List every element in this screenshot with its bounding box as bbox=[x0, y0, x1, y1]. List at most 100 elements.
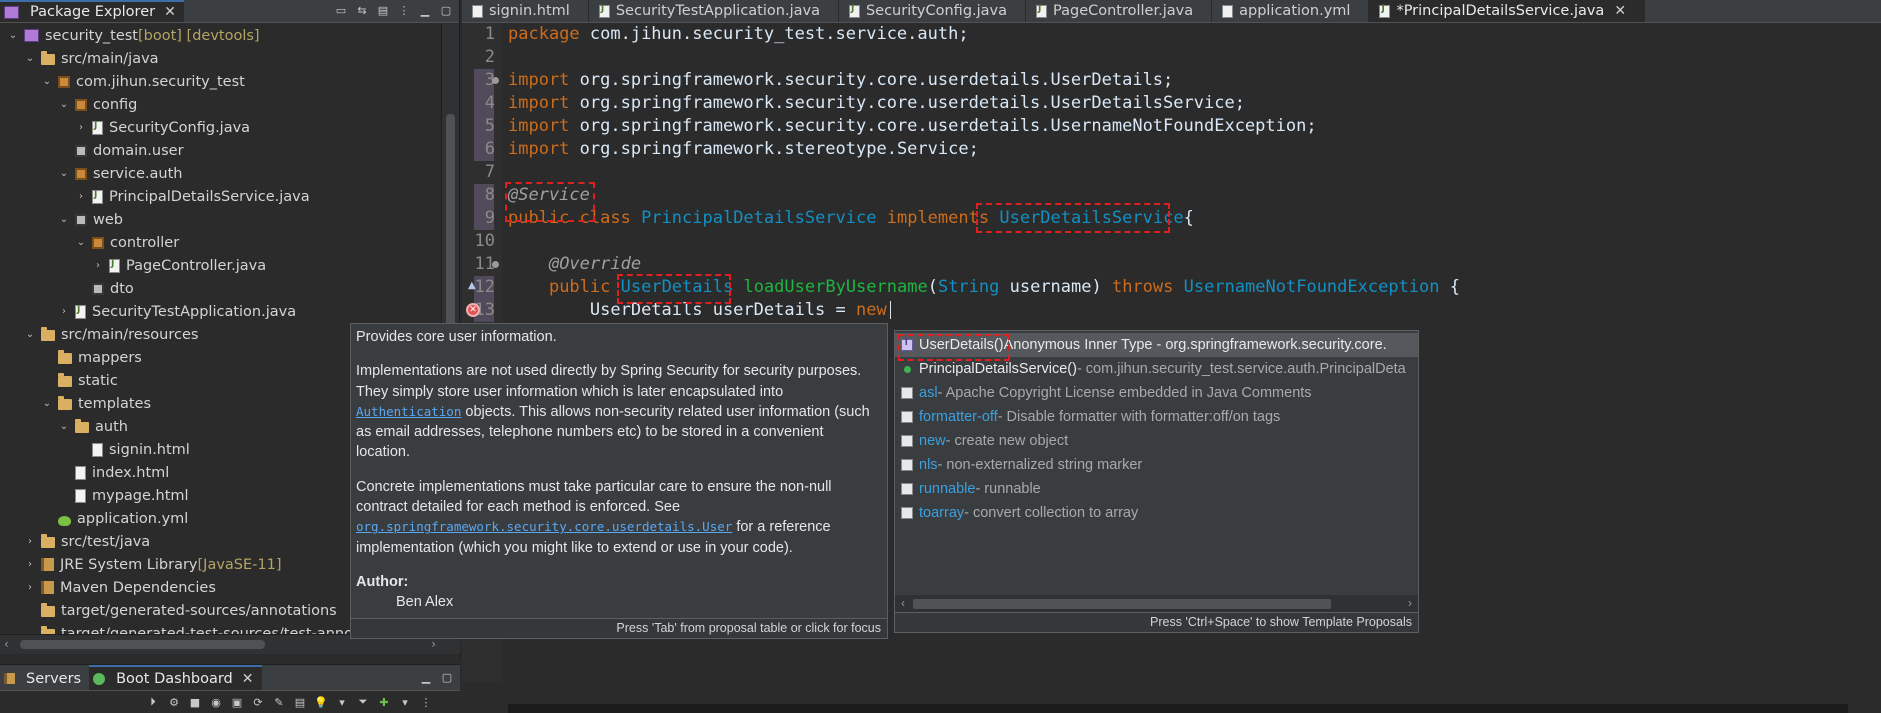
fold-icon[interactable] bbox=[492, 261, 499, 268]
tree-item[interactable]: › SecurityTestApplication.java bbox=[0, 300, 296, 323]
edit-icon[interactable]: ✎ bbox=[271, 694, 287, 710]
proposal-item[interactable]: nls - non-externalized string marker bbox=[895, 453, 1418, 477]
editor-tab[interactable]: *PrincipalDetailsService.java ✕ bbox=[1369, 0, 1646, 22]
scroll-left-icon[interactable]: ‹ bbox=[4, 637, 9, 651]
chevron-down-icon[interactable]: ⌄ bbox=[57, 214, 71, 225]
proposal-item[interactable]: runnable - runnable bbox=[895, 477, 1418, 501]
start-icon[interactable]: ⏵ bbox=[145, 694, 161, 710]
user-class-link[interactable]: org.springframework.security.core.userde… bbox=[356, 519, 732, 534]
close-icon[interactable]: ✕ bbox=[1614, 3, 1626, 19]
chevron-right-icon[interactable]: › bbox=[23, 536, 37, 547]
tree-item[interactable]: › JRE System Library [JavaSE-11] bbox=[0, 553, 282, 576]
fold-icon[interactable] bbox=[492, 77, 499, 84]
tree-item[interactable]: ⌄ src/main/resources bbox=[0, 323, 199, 346]
proposal-item[interactable]: PrincipalDetailsService() - com.jihun.se… bbox=[895, 357, 1418, 381]
view-menu-icon[interactable]: ⋮ bbox=[418, 694, 434, 710]
tree-item[interactable]: dto bbox=[0, 277, 134, 300]
collapse-all-icon[interactable]: ▭ bbox=[334, 3, 348, 17]
tree-item[interactable]: ⌄ com.jihun.security_test bbox=[0, 70, 245, 93]
content-assist-popup[interactable]: UserDetails() Anonymous Inner Type - org… bbox=[894, 330, 1419, 633]
tree-item[interactable]: ⌄ auth bbox=[0, 415, 128, 438]
tree-item[interactable]: static bbox=[0, 369, 118, 392]
authentication-link[interactable]: Authentication bbox=[356, 404, 461, 419]
chevron-down-icon[interactable]: ⌄ bbox=[40, 76, 54, 87]
close-icon[interactable]: ✕ bbox=[242, 671, 254, 687]
properties-icon[interactable]: ▤ bbox=[292, 694, 308, 710]
tree-item[interactable]: index.html bbox=[0, 461, 169, 484]
tree-item[interactable]: domain.user bbox=[0, 139, 184, 162]
chevron-down-icon[interactable]: ⌄ bbox=[23, 329, 37, 340]
scroll-right-icon[interactable]: › bbox=[1408, 596, 1412, 610]
proposal-item[interactable]: asl - Apache Copyright License embedded … bbox=[895, 381, 1418, 405]
proposal-item[interactable]: UserDetails() Anonymous Inner Type - org… bbox=[895, 333, 1418, 357]
open-browser-icon[interactable]: ◉ bbox=[208, 694, 224, 710]
editor-tab[interactable]: signin.html bbox=[462, 0, 589, 22]
chevron-right-icon[interactable]: › bbox=[23, 582, 37, 593]
filter-icon[interactable]: ▤ bbox=[376, 3, 390, 17]
tree-item[interactable]: signin.html bbox=[0, 438, 190, 461]
editor-horizontal-scrollbar[interactable] bbox=[508, 704, 1848, 713]
filter-icon[interactable]: ⏷ bbox=[355, 694, 371, 710]
proposal-item[interactable]: new - create new object bbox=[895, 429, 1418, 453]
tree-item[interactable]: › PageController.java bbox=[0, 254, 266, 277]
console-icon[interactable]: ▣ bbox=[229, 694, 245, 710]
javadoc-popup[interactable]: Provides core user information. Implemen… bbox=[350, 323, 888, 639]
tab-servers[interactable]: Servers bbox=[0, 665, 90, 690]
tree-item[interactable]: mappers bbox=[0, 346, 142, 369]
chevron-down-icon[interactable]: ⌄ bbox=[74, 237, 88, 248]
tree-item[interactable]: target/generated-sources/annotations bbox=[0, 599, 337, 622]
tab-boot-dashboard[interactable]: Boot Dashboard ✕ bbox=[89, 665, 262, 690]
chevron-right-icon[interactable]: › bbox=[91, 260, 105, 271]
link-with-editor-icon[interactable]: ⇆ bbox=[355, 3, 369, 17]
scrollbar-thumb[interactable] bbox=[20, 640, 265, 649]
close-icon[interactable]: ✕ bbox=[164, 4, 176, 20]
tree-item[interactable]: mypage.html bbox=[0, 484, 189, 507]
proposal-horizontal-scrollbar[interactable]: ‹ › bbox=[895, 595, 1418, 613]
tree-item[interactable]: › SecurityConfig.java bbox=[0, 116, 250, 139]
tree-item[interactable]: ⌄ service.auth bbox=[0, 162, 183, 185]
minimize-icon[interactable]: ▁ bbox=[419, 670, 433, 684]
scroll-right-icon[interactable]: › bbox=[431, 637, 436, 651]
tree-item[interactable]: target/generated-test-sources/test-annot… bbox=[0, 622, 373, 634]
tree-item[interactable]: ⌄ controller bbox=[0, 231, 179, 254]
tree-item[interactable]: ⌄ config bbox=[0, 93, 138, 116]
refresh-icon[interactable]: ⟳ bbox=[250, 694, 266, 710]
maximize-icon[interactable]: ▢ bbox=[439, 3, 453, 17]
tree-item[interactable]: ⌄ templates bbox=[0, 392, 151, 415]
editor-vertical-scrollbar[interactable] bbox=[1865, 23, 1881, 683]
add-icon[interactable]: ✚ bbox=[376, 694, 392, 710]
debug-icon[interactable]: ⚙ bbox=[166, 694, 182, 710]
tab-package-explorer[interactable]: Package Explorer ✕ bbox=[0, 0, 184, 22]
dropdown-icon[interactable]: ▾ bbox=[334, 694, 350, 710]
chevron-right-icon[interactable]: › bbox=[74, 191, 88, 202]
editor-tab[interactable]: SecurityConfig.java bbox=[839, 0, 1027, 22]
tree-item[interactable]: ⌄ src/main/java bbox=[0, 47, 159, 70]
chevron-right-icon[interactable]: › bbox=[23, 559, 37, 570]
view-menu-icon[interactable]: ⋮ bbox=[397, 3, 411, 17]
minimize-icon[interactable]: ▁ bbox=[418, 3, 432, 17]
editor-tab[interactable]: PageController.java bbox=[1026, 0, 1213, 22]
chevron-right-icon[interactable]: › bbox=[57, 306, 71, 317]
editor-tab[interactable]: application.yml bbox=[1212, 0, 1370, 22]
chevron-down-icon[interactable]: ⌄ bbox=[57, 421, 71, 432]
tree-item[interactable]: › PrincipalDetailsService.java bbox=[0, 185, 310, 208]
chevron-right-icon[interactable]: › bbox=[74, 122, 88, 133]
chevron-down-icon[interactable]: ⌄ bbox=[23, 53, 37, 64]
error-icon[interactable]: ✕ bbox=[466, 303, 480, 317]
tree-item[interactable]: application.yml bbox=[0, 507, 188, 530]
editor-tab[interactable]: SecurityTestApplication.java bbox=[589, 0, 839, 22]
chevron-down-icon[interactable]: ⌄ bbox=[57, 168, 71, 179]
tree-item[interactable]: › Maven Dependencies bbox=[0, 576, 216, 599]
chevron-down-icon[interactable]: ⌄ bbox=[57, 99, 71, 110]
chevron-down-icon[interactable]: ⌄ bbox=[40, 398, 54, 409]
override-icon[interactable]: ▲ bbox=[468, 280, 476, 291]
stop-icon[interactable]: ■ bbox=[187, 694, 203, 710]
chevron-down-icon[interactable]: ⌄ bbox=[6, 30, 20, 41]
scroll-left-icon[interactable]: ‹ bbox=[901, 596, 905, 610]
scrollbar-thumb[interactable] bbox=[913, 599, 1331, 609]
tree-item[interactable]: ⌄ web bbox=[0, 208, 123, 231]
lightbulb-icon[interactable]: 💡 bbox=[313, 694, 329, 710]
maximize-icon[interactable]: ▢ bbox=[440, 670, 454, 684]
proposal-item[interactable]: toarray - convert collection to array bbox=[895, 501, 1418, 525]
proposal-item[interactable]: formatter-off - Disable formatter with f… bbox=[895, 405, 1418, 429]
